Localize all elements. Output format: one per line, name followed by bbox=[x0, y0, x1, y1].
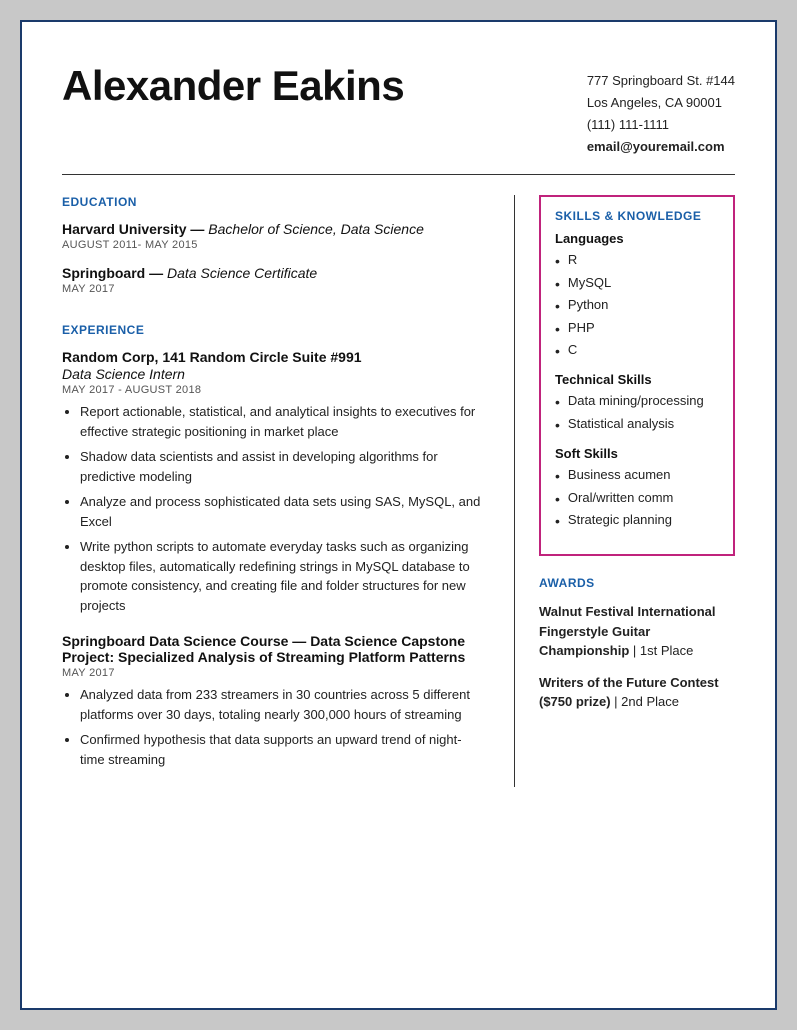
tech-1: Statistical analysis bbox=[555, 414, 719, 436]
technical-label: Technical Skills bbox=[555, 372, 719, 387]
soft-list: Business acumen Oral/written comm Strate… bbox=[555, 465, 719, 532]
school-0: Harvard University — Bachelor of Science… bbox=[62, 221, 484, 237]
languages-list: R MySQL Python PHP C bbox=[555, 250, 719, 362]
school-name-0: Harvard University bbox=[62, 221, 187, 237]
skill-cat-technical: Technical Skills Data mining/processing … bbox=[555, 372, 719, 436]
bullets-1: Analyzed data from 233 streamers in 30 c… bbox=[62, 685, 484, 769]
edu-entry-0: Harvard University — Bachelor of Science… bbox=[62, 221, 484, 251]
soft-label: Soft Skills bbox=[555, 446, 719, 461]
header-section: Alexander Eakins 777 Springboard St. #14… bbox=[62, 62, 735, 175]
soft-2: Strategic planning bbox=[555, 510, 719, 532]
bullet-0-2: Analyze and process sophisticated data s… bbox=[80, 492, 484, 531]
awards-title: AWARDS bbox=[539, 576, 735, 590]
bullet-1-0: Analyzed data from 233 streamers in 30 c… bbox=[80, 685, 484, 724]
company-name-1: Springboard Data Science Course bbox=[62, 633, 288, 649]
tech-0: Data mining/processing bbox=[555, 391, 719, 413]
award-0: Walnut Festival International Fingerstyl… bbox=[539, 602, 735, 661]
school-name-1: Springboard bbox=[62, 265, 145, 281]
lang-php: PHP bbox=[555, 318, 719, 340]
skills-box: SKILLS & KNOWLEDGE Languages R MySQL Pyt… bbox=[539, 195, 735, 556]
edu-date-1: MAY 2017 bbox=[62, 283, 484, 295]
exp-date-1: MAY 2017 bbox=[62, 667, 484, 679]
exp-entry-1: Springboard Data Science Course — Data S… bbox=[62, 633, 484, 769]
award-place-0: 1st Place bbox=[640, 643, 693, 658]
school-dash-1: — bbox=[149, 265, 167, 281]
phone: (111) 111-1111 bbox=[587, 114, 735, 136]
award-place-1: 2nd Place bbox=[621, 694, 679, 709]
degree-0: Bachelor of Science, Data Science bbox=[208, 221, 424, 237]
school-1: Springboard — Data Science Certificate bbox=[62, 265, 484, 281]
skills-title: SKILLS & KNOWLEDGE bbox=[555, 209, 719, 223]
email: email@youremail.com bbox=[587, 136, 735, 158]
degree-1: Data Science Certificate bbox=[167, 265, 317, 281]
bullet-0-0: Report actionable, statistical, and anal… bbox=[80, 402, 484, 441]
company-dash-1: — bbox=[292, 633, 310, 649]
exp-entry-0: Random Corp, 141 Random Circle Suite #99… bbox=[62, 349, 484, 615]
bullet-0-3: Write python scripts to automate everyda… bbox=[80, 537, 484, 615]
role-0: Data Science Intern bbox=[62, 366, 484, 382]
right-column: SKILLS & KNOWLEDGE Languages R MySQL Pyt… bbox=[515, 195, 735, 787]
exp-date-0: MAY 2017 - AUGUST 2018 bbox=[62, 384, 484, 396]
resume-document: Alexander Eakins 777 Springboard St. #14… bbox=[20, 20, 777, 1010]
award-sep-0: | bbox=[633, 643, 640, 658]
lang-python: Python bbox=[555, 295, 719, 317]
skill-cat-soft: Soft Skills Business acumen Oral/written… bbox=[555, 446, 719, 532]
name-block: Alexander Eakins bbox=[62, 62, 404, 110]
lang-r: R bbox=[555, 250, 719, 272]
bullets-0: Report actionable, statistical, and anal… bbox=[62, 402, 484, 615]
bullet-1-1: Confirmed hypothesis that data supports … bbox=[80, 730, 484, 769]
education-section: EDUCATION Harvard University — Bachelor … bbox=[62, 195, 484, 295]
education-title: EDUCATION bbox=[62, 195, 484, 209]
company-1: Springboard Data Science Course — Data S… bbox=[62, 633, 484, 665]
two-col-layout: EDUCATION Harvard University — Bachelor … bbox=[62, 195, 735, 787]
edu-date-0: AUGUST 2011- MAY 2015 bbox=[62, 239, 484, 251]
languages-label: Languages bbox=[555, 231, 719, 246]
edu-entry-1: Springboard — Data Science Certificate M… bbox=[62, 265, 484, 295]
soft-0: Business acumen bbox=[555, 465, 719, 487]
awards-section: AWARDS Walnut Festival International Fin… bbox=[539, 576, 735, 712]
left-column: EDUCATION Harvard University — Bachelor … bbox=[62, 195, 515, 787]
full-name: Alexander Eakins bbox=[62, 62, 404, 110]
technical-list: Data mining/processing Statistical analy… bbox=[555, 391, 719, 436]
lang-mysql: MySQL bbox=[555, 273, 719, 295]
address-line2: Los Angeles, CA 90001 bbox=[587, 92, 735, 114]
bullet-0-1: Shadow data scientists and assist in dev… bbox=[80, 447, 484, 486]
school-dash-0: — bbox=[190, 221, 208, 237]
award-1: Writers of the Future Contest ($750 priz… bbox=[539, 673, 735, 712]
experience-title: EXPERIENCE bbox=[62, 323, 484, 337]
company-0: Random Corp, 141 Random Circle Suite #99… bbox=[62, 349, 484, 365]
contact-block: 777 Springboard St. #144 Los Angeles, CA… bbox=[587, 62, 735, 158]
experience-section: EXPERIENCE Random Corp, 141 Random Circl… bbox=[62, 323, 484, 769]
skill-cat-languages: Languages R MySQL Python PHP C bbox=[555, 231, 719, 362]
soft-1: Oral/written comm bbox=[555, 488, 719, 510]
lang-c: C bbox=[555, 340, 719, 362]
address-line1: 777 Springboard St. #144 bbox=[587, 70, 735, 92]
